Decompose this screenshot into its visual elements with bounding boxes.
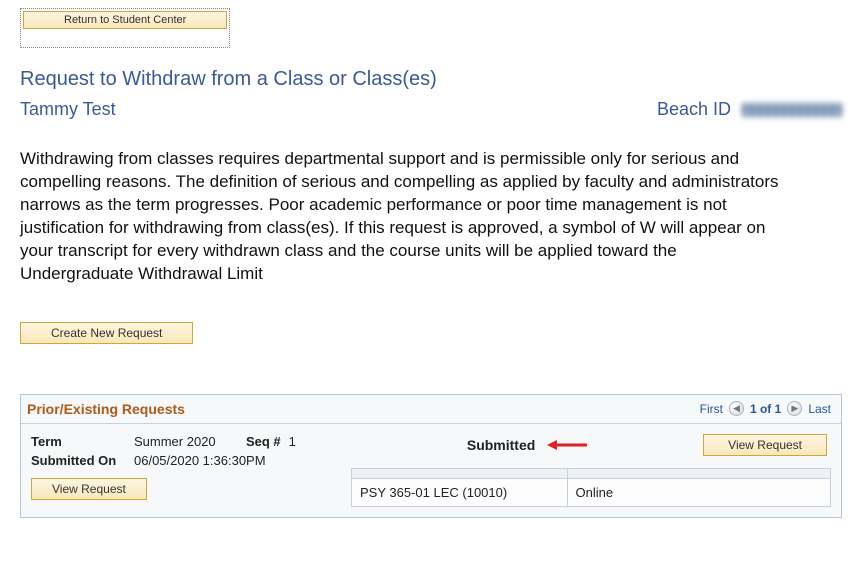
status-label: Submitted — [467, 437, 535, 453]
table-header-row — [352, 468, 831, 478]
pager-prev-button[interactable]: ◀ — [729, 401, 744, 416]
view-request-button-left[interactable]: View Request — [31, 478, 147, 500]
create-new-request-button[interactable]: Create New Request — [20, 322, 193, 344]
class-course-cell: PSY 365-01 LEC (10010) — [352, 478, 568, 506]
page-title: Request to Withdraw from a Class or Clas… — [20, 68, 842, 91]
pager-next-button[interactable]: ▶ — [787, 401, 802, 416]
beach-id-value-redacted — [742, 103, 842, 117]
return-to-student-center-button[interactable]: Return to Student Center — [23, 11, 227, 29]
class-mode-cell: Online — [567, 478, 830, 506]
beach-id-label: Beach ID — [657, 99, 842, 120]
pager-last: Last — [808, 402, 831, 416]
seq-label: Seq # — [236, 434, 281, 449]
student-name: Tammy Test — [20, 99, 116, 120]
prior-requests-section: Prior/Existing Requests First ◀ 1 of 1 ▶… — [20, 394, 842, 518]
submitted-on-label: Submitted On — [31, 453, 126, 468]
view-request-button-right[interactable]: View Request — [703, 434, 827, 456]
term-label: Term — [31, 434, 126, 449]
request-details: Term Summer 2020 Seq # 1 Submitted On 06… — [31, 434, 331, 507]
seq-value: 1 — [289, 434, 296, 449]
table-row: PSY 365-01 LEC (10010) Online — [352, 478, 831, 506]
withdrawal-policy-text: Withdrawing from classes requires depart… — [20, 148, 780, 286]
class-table: PSY 365-01 LEC (10010) Online — [351, 468, 831, 507]
pager-first: First — [700, 402, 723, 416]
pager: First ◀ 1 of 1 ▶ Last — [700, 401, 831, 416]
prior-requests-title: Prior/Existing Requests — [27, 401, 185, 417]
pager-range: 1 of 1 — [750, 402, 781, 416]
annotation-arrow-icon — [547, 438, 587, 452]
term-value: Summer 2020 — [134, 434, 216, 449]
submitted-on-value: 06/05/2020 1:36:30PM — [134, 453, 266, 468]
